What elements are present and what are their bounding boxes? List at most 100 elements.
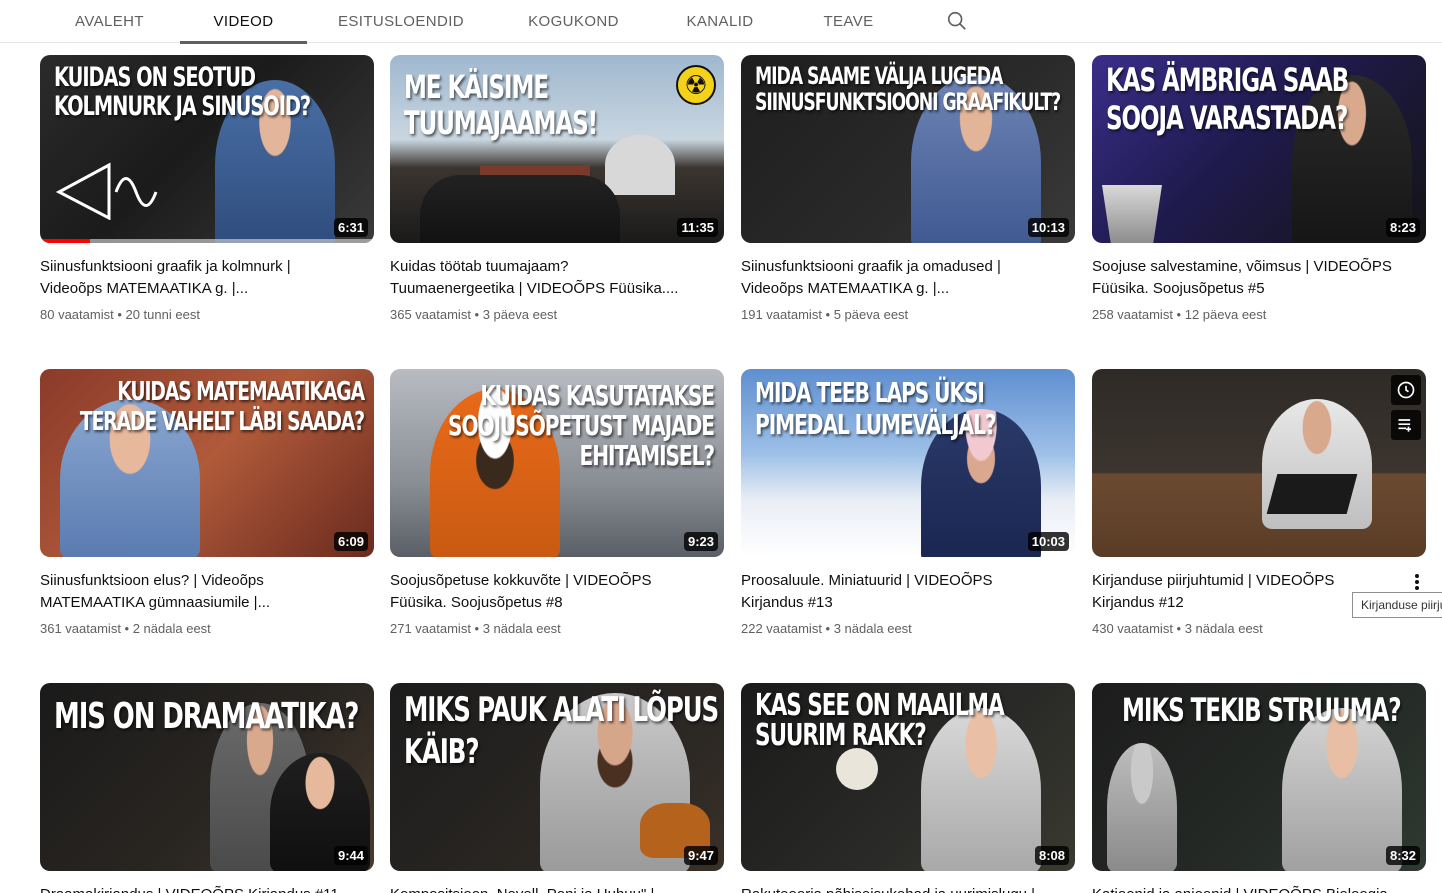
duration-badge: 8:08 [1034,846,1069,865]
thumbnail-text: MIS ON DRAMAATIKA? [54,696,359,737]
thumbnail-person [1282,708,1402,871]
video-thumbnail[interactable]: ☢ ME KÄISIME TUUMAJAAMAS! 11:35 [390,55,724,243]
duration-badge: 10:03 [1027,532,1069,551]
thumbnail-text: MIKS PAUK ALATI LÕPUS KÄIB? [404,690,719,772]
video-title[interactable]: Soojusõpetuse kokkuvõte | VIDEOÕPS Füüsi… [390,570,690,614]
video-card: KUIDAS MATEMAATIKAGA TERADE VAHELT LÄBI … [40,369,374,638]
video-card: ☢ ME KÄISIME TUUMAJAAMAS! 11:35 Kuidas t… [390,55,724,324]
tab-esitusloendid[interactable]: ESITUSLOENDID [322,0,480,43]
video-title[interactable]: Draamakirjandus | VIDEOÕPS Kirjandus #11 [40,884,340,893]
duration-badge: 8:23 [1385,218,1420,237]
video-title[interactable]: Rakuteooria põhiseisukohad ja uurimislug… [741,884,1041,893]
bucket-image [1102,185,1162,243]
video-title[interactable]: Siinusfunktsioon elus? | Videoõps MATEMA… [40,570,340,614]
video-thumbnail[interactable]: MIS ON DRAMAATIKA? 9:44 [40,683,374,871]
video-card: KUIDAS KASUTATAKSE SOOJUSÕPETUST MAJADE … [390,369,724,638]
duration-badge: 10:13 [1027,218,1069,237]
view-count: 222 vaatamist [741,621,822,636]
tab-avaleht[interactable]: AVALEHT [52,0,167,43]
channel-tab-bar: AVALEHT VIDEOD ESITUSLOENDID KOGUKOND KA… [0,0,1442,44]
video-title[interactable]: Proosaluule. Miniatuurid | VIDEOÕPS Kirj… [741,570,1041,614]
video-card: KUIDAS ON SEOTUD KOLMNURK JA SINUSOID? 6… [40,55,374,324]
upload-age: 3 nädala eest [482,621,561,636]
video-thumbnail[interactable]: MIDA TEEB LAPS ÜKSI PIMEDAL LUMEVÄLJAL? … [741,369,1075,557]
video-title[interactable]: Siinusfunktsiooni graafik ja omadused | … [741,256,1041,300]
clock-icon[interactable] [1391,375,1421,405]
video-meta: 361 vaatamist • 2 nädala eest [40,621,211,636]
video-title[interactable]: Katioonid ja anioonid | VIDEOÕPS Bioloog… [1092,884,1392,893]
upload-age: 20 tunni eest [125,307,200,322]
thumbnail-text: KUIDAS MATEMAATIKAGA TERADE VAHELT LÄBI … [79,377,365,437]
video-thumbnail[interactable]: MIKS TEKIB STRUUMA? 8:32 [1092,683,1426,871]
thumbnail-text: MIDA SAAME VÄLJA LUGEDA SIINUSFUNKTSIOON… [755,62,1061,116]
video-meta: 258 vaatamist • 12 päeva eest [1092,307,1267,322]
thumbnail-people [420,175,620,243]
tab-teave[interactable]: TEAVE [800,0,897,43]
duration-badge: 9:23 [683,532,718,551]
view-count: 361 vaatamist [40,621,121,636]
triangle-sine-icon [55,162,158,220]
thumbnail-text: KUIDAS KASUTATAKSE SOOJUSÕPETUST MAJADE … [448,379,715,472]
video-meta: 271 vaatamist • 3 nädala eest [390,621,561,636]
video-card: MIDA TEEB LAPS ÜKSI PIMEDAL LUMEVÄLJAL? … [741,369,1075,638]
add-to-queue-icon[interactable] [1391,410,1421,440]
thumbnail-text: KUIDAS ON SEOTUD KOLMNURK JA SINUSOID? [54,62,311,122]
video-meta: 365 vaatamist • 3 päeva eest [390,307,558,322]
video-title[interactable]: Kuidas töötab tuumajaam? Tuumaenergeetik… [390,256,690,300]
duration-badge: 9:47 [683,846,718,865]
video-thumbnail[interactable]: KUIDAS ON SEOTUD KOLMNURK JA SINUSOID? 6… [40,55,374,243]
view-count: 191 vaatamist [741,307,822,322]
video-card: MIKS TEKIB STRUUMA? 8:32 Katioonid ja an… [1092,683,1426,893]
thumbnail-text: MIKS TEKIB STRUUMA? [1122,691,1402,729]
tab-kogukond[interactable]: KOGUKOND [510,0,637,43]
video-thumbnail[interactable]: KAS ÄMBRIGA SAAB SOOJA VARASTADA? 8:23 [1092,55,1426,243]
duration-badge: 6:09 [333,532,368,551]
video-thumbnail[interactable]: MIDA SAAME VÄLJA LUGEDA SIINUSFUNKTSIOON… [741,55,1075,243]
thumbnail-person [1107,743,1177,871]
duration-badge: 8:32 [1385,846,1420,865]
video-meta: 80 vaatamist • 20 tunni eest [40,307,200,322]
video-title[interactable]: Siinusfunktsiooni graafik ja kolmnurk | … [40,256,340,300]
video-title[interactable]: Kompositsioon. Novell. Poni ja Uuhuu" | [390,884,690,893]
laptop-image [1266,474,1358,514]
thumbnail-text: KAS ÄMBRIGA SAAB SOOJA VARASTADA? [1106,61,1349,137]
video-thumbnail[interactable] [1092,369,1426,557]
video-card: KAS ÄMBRIGA SAAB SOOJA VARASTADA? 8:23 S… [1092,55,1426,324]
duration-badge: 9:44 [333,846,368,865]
egg-image [836,748,878,790]
upload-age: 2 nädala eest [132,621,211,636]
upload-age: 5 päeva eest [833,307,909,322]
reactor-dome [605,135,675,195]
upload-age: 3 nädala eest [1184,621,1263,636]
more-actions-icon[interactable] [1405,570,1429,594]
tab-kanalid[interactable]: KANALID [664,0,776,43]
video-title[interactable]: Soojuse salvestamine, võimsus | VIDEOÕPS… [1092,256,1392,300]
view-count: 365 vaatamist [390,307,471,322]
video-meta: 191 vaatamist • 5 päeva eest [741,307,909,322]
video-thumbnail[interactable]: KUIDAS KASUTATAKSE SOOJUSÕPETUST MAJADE … [390,369,724,557]
video-card: KAS SEE ON MAAILMA SUURIM RAKK? 8:08 Rak… [741,683,1075,893]
video-card: MIS ON DRAMAATIKA? 9:44 Draamakirjandus … [40,683,374,893]
video-thumbnail[interactable]: KUIDAS MATEMAATIKAGA TERADE VAHELT LÄBI … [40,369,374,557]
video-card: MIKS PAUK ALATI LÕPUS KÄIB? 9:47 Komposi… [390,683,724,893]
search-icon[interactable] [940,4,974,38]
thumbnail-text: KAS SEE ON MAAILMA SUURIM RAKK? [755,688,1005,753]
duration-badge: 11:35 [677,218,718,237]
view-count: 430 vaatamist [1092,621,1173,636]
tab-videod[interactable]: VIDEOD [180,0,307,44]
thumbnail-text: ME KÄISIME TUUMAJAAMAS! [404,68,598,142]
video-card: MIDA SAAME VÄLJA LUGEDA SIINUSFUNKTSIOON… [741,55,1075,324]
video-thumbnail[interactable]: MIKS PAUK ALATI LÕPUS KÄIB? 9:47 [390,683,724,871]
upload-age: 12 päeva eest [1184,307,1267,322]
video-meta: 222 vaatamist • 3 nädala eest [741,621,912,636]
upload-age: 3 päeva eest [482,307,558,322]
video-meta: 430 vaatamist • 3 nädala eest [1092,621,1263,636]
upload-age: 3 nädala eest [833,621,912,636]
view-count: 80 vaatamist [40,307,114,322]
duration-badge: 6:31 [333,218,368,237]
watch-progress-track [40,239,374,243]
video-title[interactable]: Kirjanduse piirjuhtumid | VIDEOÕPS Kirja… [1092,570,1352,614]
video-thumbnail[interactable]: KAS SEE ON MAAILMA SUURIM RAKK? 8:08 [741,683,1075,871]
view-count: 271 vaatamist [390,621,471,636]
watch-progress-bar [40,239,91,243]
